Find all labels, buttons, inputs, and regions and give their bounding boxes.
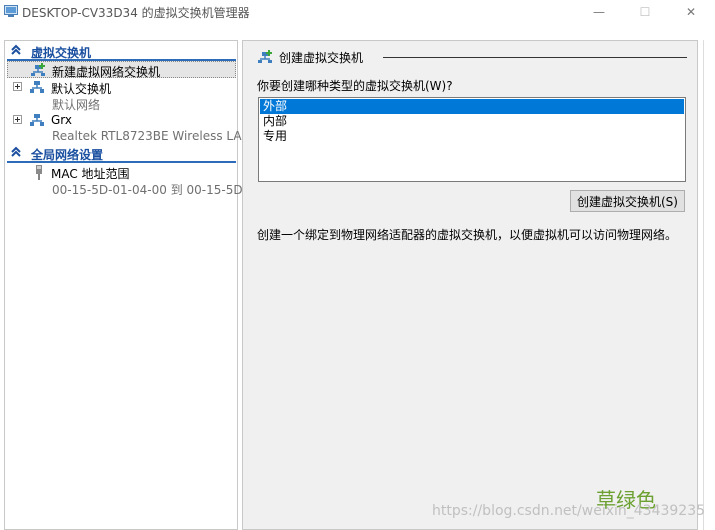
- tree-item-subtitle: 默认网络: [52, 98, 101, 112]
- navigation-pane: 虚拟交换机 新建虚拟网络交换机 默认交换机 默认网络 Grx Realtek R…: [4, 40, 273, 530]
- tree-item-subtitle: Realtek RTL8723BE Wireless LAN 8...: [52, 129, 274, 143]
- group-divider: [383, 57, 687, 58]
- background-window-edge: [703, 40, 715, 530]
- switch-type-question: 你要创建哪种类型的虚拟交换机(W)?: [257, 79, 453, 93]
- maximize-button[interactable]: ☐: [622, 0, 668, 24]
- tree-item-mac-range[interactable]: MAC 地址范围: [7, 164, 236, 181]
- section-virtual-switches[interactable]: 虚拟交换机: [7, 43, 236, 61]
- details-pane: 创建虚拟交换机 你要创建哪种类型的虚拟交换机(W)? 外部 内部 专用 创建虚拟…: [242, 40, 698, 530]
- tree-item-subtitle: 00-15-5D-01-04-00 到 00-15-5D-0...: [52, 183, 266, 197]
- mac-address-icon: [36, 165, 42, 180]
- tree-item-default-switch[interactable]: 默认交换机: [7, 79, 236, 96]
- new-switch-icon: [31, 63, 45, 76]
- minimize-icon: —: [593, 5, 605, 19]
- title-bar: DESKTOP-CV33D34 的虚拟交换机管理器 — ☐ ✕: [0, 0, 715, 24]
- create-switch-button[interactable]: 创建虚拟交换机(S): [570, 190, 685, 212]
- window-title: DESKTOP-CV33D34 的虚拟交换机管理器: [22, 6, 250, 20]
- new-switch-icon: [258, 50, 272, 63]
- close-icon: ✕: [685, 5, 697, 19]
- section-global-network-settings[interactable]: 全局网络设置: [7, 145, 236, 163]
- group-title: 创建虚拟交换机: [279, 51, 364, 65]
- tree-item-new-switch[interactable]: 新建虚拟网络交换机: [7, 61, 236, 79]
- switch-type-listbox[interactable]: 外部 内部 专用: [258, 97, 686, 182]
- tree-item-grx[interactable]: Grx: [7, 112, 236, 129]
- network-switch-icon: [30, 81, 44, 93]
- hyperv-app-icon: [4, 5, 18, 17]
- switch-type-option-internal[interactable]: 内部: [260, 114, 684, 129]
- switch-type-description: 创建一个绑定到物理网络适配器的虚拟交换机，以便虚拟机可以访问物理网络。: [257, 228, 678, 242]
- expand-icon[interactable]: [13, 115, 22, 124]
- collapse-chevron-icon: [11, 146, 21, 157]
- watermark-url: https://blog.csdn.net/weixin_43439235: [432, 503, 706, 519]
- expand-icon[interactable]: [13, 82, 22, 91]
- switch-type-option-external[interactable]: 外部: [260, 99, 684, 114]
- section-label: 全局网络设置: [31, 148, 104, 162]
- group-header: 创建虚拟交换机: [257, 49, 687, 67]
- collapse-chevron-icon: [11, 44, 21, 55]
- section-label: 虚拟交换机: [31, 46, 92, 60]
- tree-item-label: 新建虚拟网络交换机: [52, 65, 161, 79]
- tree-item-label: Grx: [51, 113, 73, 127]
- minimize-button[interactable]: —: [576, 0, 622, 24]
- network-switch-icon: [30, 114, 44, 126]
- close-button[interactable]: ✕: [668, 0, 714, 24]
- maximize-icon: ☐: [639, 5, 651, 19]
- tree-item-label: MAC 地址范围: [51, 167, 130, 181]
- switch-type-option-private[interactable]: 专用: [260, 129, 684, 144]
- tree-item-label: 默认交换机: [51, 82, 112, 96]
